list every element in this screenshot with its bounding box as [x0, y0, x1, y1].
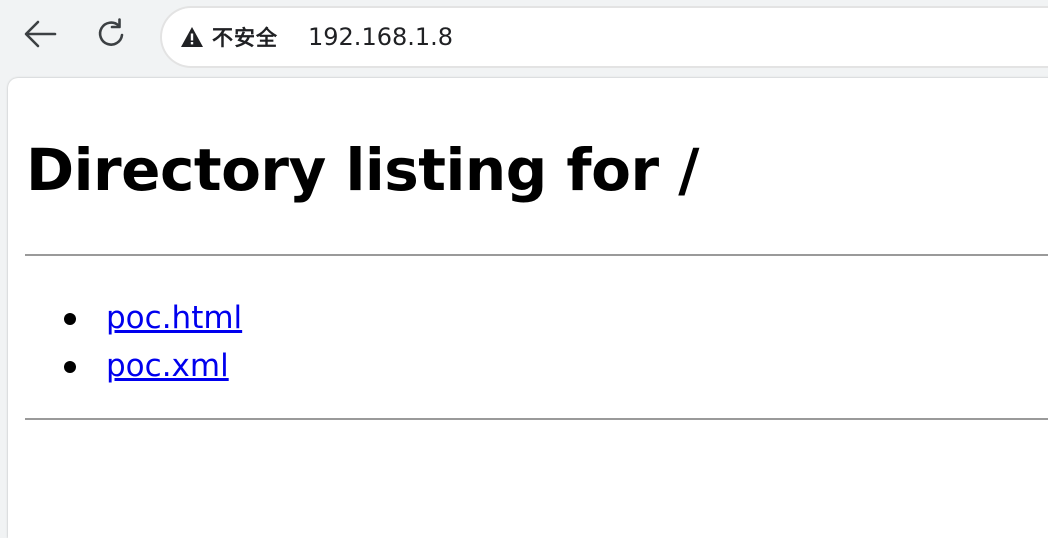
security-label: 不安全 — [212, 26, 278, 50]
warning-icon — [180, 25, 204, 49]
bullet — [64, 361, 76, 373]
back-button[interactable] — [18, 14, 62, 58]
list-item: poc.xml — [64, 342, 242, 390]
arrow-left-icon — [23, 19, 57, 53]
file-list: poc.html poc.xml — [64, 294, 242, 390]
url-text[interactable]: 192.168.1.8 — [308, 23, 453, 51]
file-link-poc-html[interactable]: poc.html — [106, 300, 242, 336]
list-item: poc.html — [64, 294, 242, 342]
divider-top — [25, 254, 1048, 256]
page-title: Directory listing for / — [26, 136, 699, 204]
file-link-poc-xml[interactable]: poc.xml — [106, 348, 229, 384]
page-content: Directory listing for / poc.html poc.xml — [8, 78, 1048, 538]
browser-toolbar: 不安全 192.168.1.8 — [0, 0, 1048, 76]
reload-button[interactable] — [90, 14, 134, 58]
security-indicator[interactable]: 不安全 — [180, 17, 278, 57]
address-bar[interactable]: 不安全 192.168.1.8 — [160, 6, 1048, 68]
reload-icon — [95, 17, 129, 55]
divider-bottom — [25, 418, 1048, 420]
bullet — [64, 313, 76, 325]
